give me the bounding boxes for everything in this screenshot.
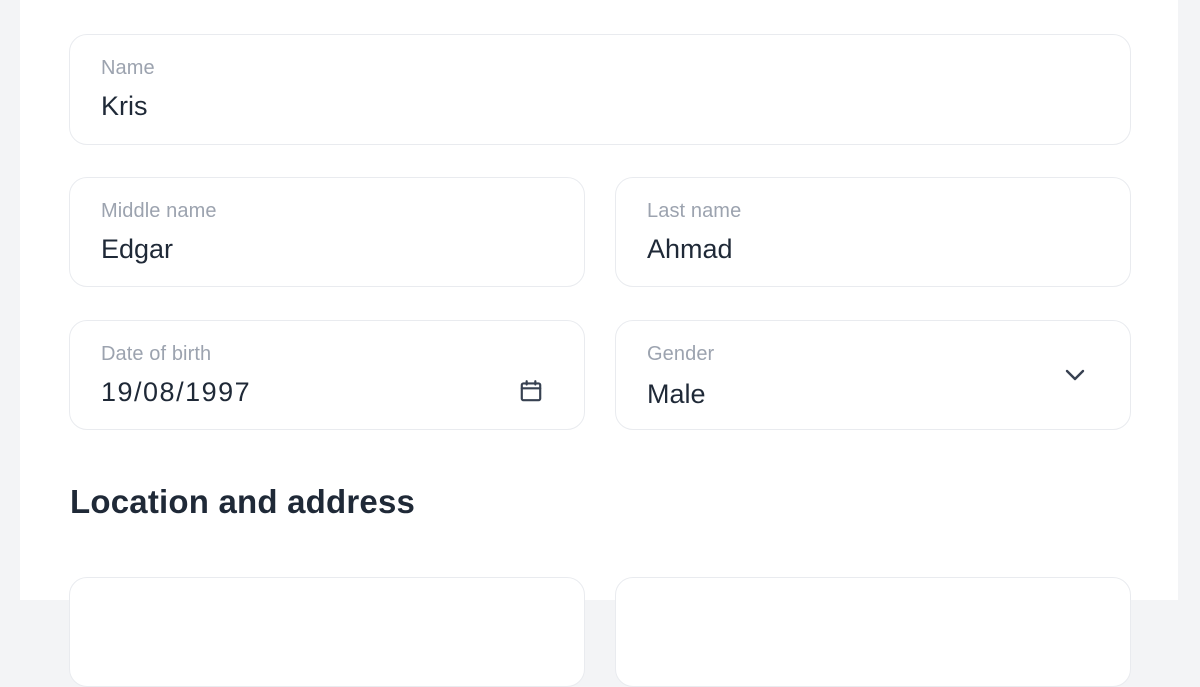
date-of-birth-field[interactable]: Date of birth 19/08/1997	[69, 320, 585, 430]
gender-value[interactable]: Male	[647, 379, 706, 410]
name-field[interactable]: Name Kris	[69, 34, 1131, 145]
name-value[interactable]: Kris	[101, 91, 148, 122]
gender-label: Gender	[647, 343, 715, 365]
middle-name-label: Middle name	[101, 200, 217, 222]
last-name-label: Last name	[647, 200, 742, 222]
middle-name-field[interactable]: Middle name Edgar	[69, 177, 585, 287]
middle-name-value[interactable]: Edgar	[101, 234, 173, 265]
name-label: Name	[101, 57, 155, 79]
last-name-value[interactable]: Ahmad	[647, 234, 733, 265]
last-name-field[interactable]: Last name Ahmad	[615, 177, 1131, 287]
location-section-heading: Location and address	[70, 483, 416, 520]
gender-select[interactable]: Gender Male	[615, 320, 1131, 430]
location-field-right[interactable]	[615, 577, 1131, 687]
location-field-left[interactable]	[69, 577, 585, 687]
date-of-birth-value[interactable]: 19/08/1997	[101, 377, 251, 408]
chevron-down-icon[interactable]	[1061, 363, 1089, 387]
date-of-birth-label: Date of birth	[101, 343, 212, 365]
calendar-icon[interactable]	[517, 377, 545, 405]
